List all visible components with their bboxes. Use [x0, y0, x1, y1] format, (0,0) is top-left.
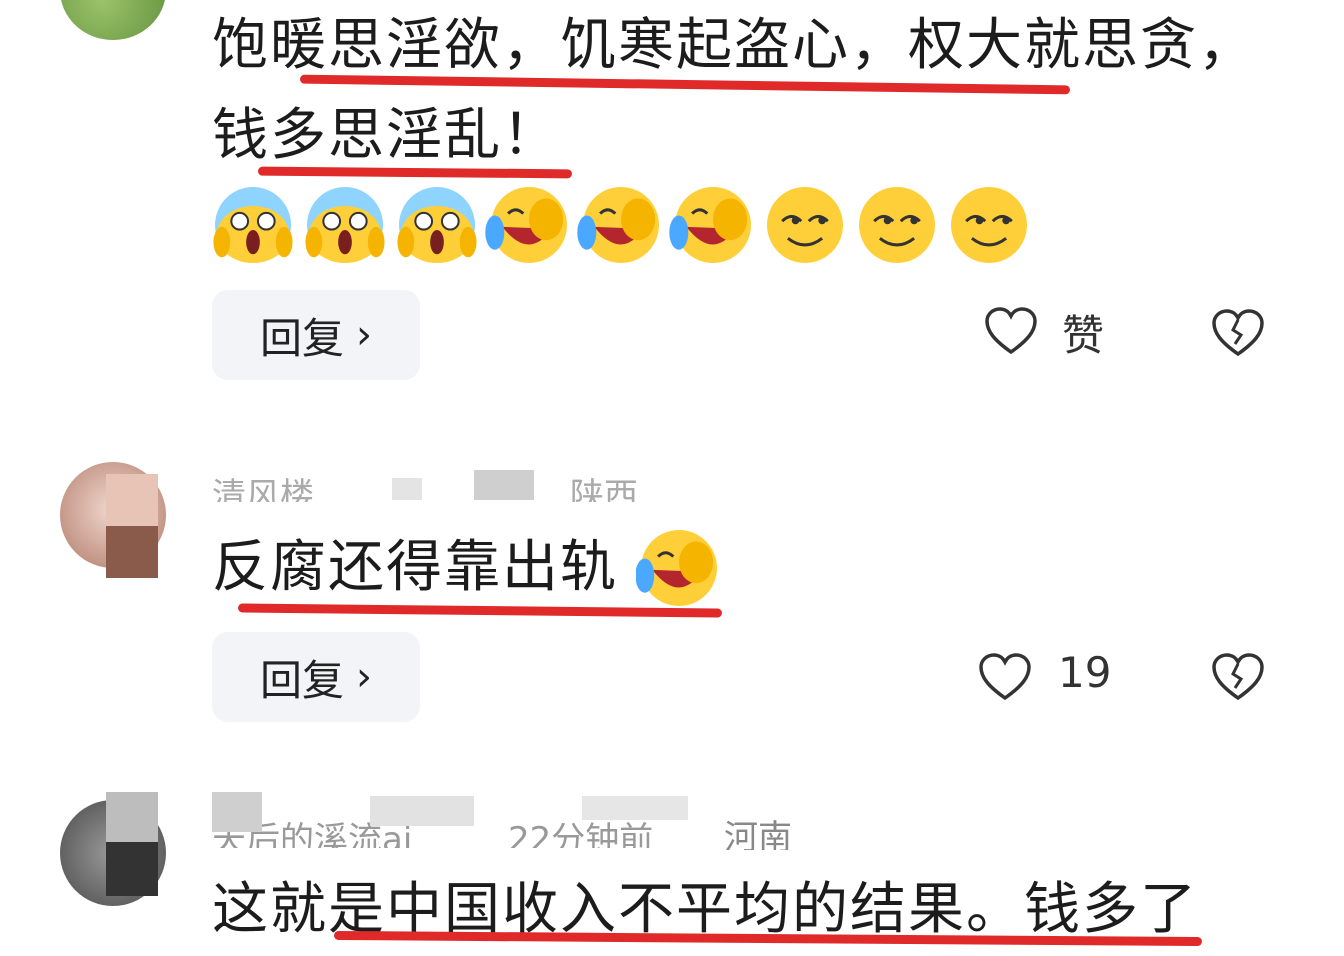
like-label: 赞	[1062, 311, 1105, 360]
scream-emoji	[213, 187, 293, 263]
smirk-emoji	[767, 187, 843, 263]
mosaic-block	[106, 842, 158, 896]
comment-text: 饱暖思淫欲，饥寒起盗心，权大就思贪，	[212, 13, 1256, 78]
reply-label: 回复	[259, 313, 344, 363]
reply-button[interactable]: 回复 ›	[212, 632, 420, 722]
heart-outline-icon[interactable]	[978, 652, 1032, 702]
mosaic-block	[106, 526, 158, 578]
emoji-row-graphic	[213, 187, 1027, 263]
mosaic-block	[106, 792, 158, 842]
location-label: 河南	[724, 818, 792, 850]
location-label: 陕西	[570, 476, 638, 502]
comment-text: 反腐还得靠出轨	[212, 535, 618, 600]
heart-outline-icon[interactable]	[984, 306, 1038, 356]
scream-emoji	[397, 187, 477, 263]
chevron-right-icon: ›	[356, 654, 372, 700]
mosaic-block	[370, 796, 474, 826]
like-count: 19	[1058, 648, 1112, 697]
laugh-cry-emoji	[636, 530, 717, 606]
scream-emoji	[305, 187, 385, 263]
author-name[interactable]: 清风楼	[212, 468, 314, 502]
mosaic-block	[212, 792, 262, 832]
laugh-cry-emoji	[669, 187, 751, 263]
laugh-cry-emoji	[636, 530, 717, 606]
smirk-emoji	[859, 187, 935, 263]
broken-heart-icon[interactable]	[1210, 652, 1266, 702]
mosaic-block	[582, 796, 688, 820]
reply-label: 回复	[259, 655, 344, 705]
laugh-cry-emoji	[485, 187, 567, 263]
avatar[interactable]	[60, 0, 166, 40]
broken-heart-icon[interactable]	[1210, 308, 1266, 358]
mosaic-block	[106, 474, 158, 526]
mosaic-block	[474, 470, 534, 500]
red-underline	[257, 166, 573, 179]
mosaic-block	[392, 478, 422, 500]
reply-button[interactable]: 回复 ›	[212, 290, 420, 380]
comment-text: 钱多思淫乱！	[212, 103, 560, 168]
smirk-emoji	[951, 187, 1027, 263]
chevron-right-icon: ›	[356, 312, 372, 358]
laugh-cry-emoji	[577, 187, 659, 263]
